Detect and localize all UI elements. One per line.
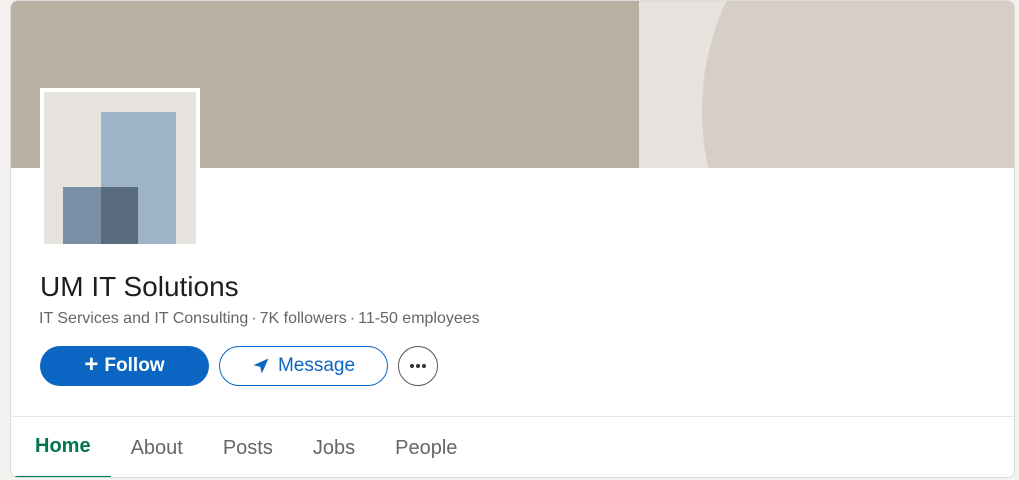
follow-button-label: Follow — [104, 355, 165, 376]
tab-people[interactable]: People — [375, 417, 477, 477]
tab-home[interactable]: Home — [15, 417, 111, 477]
cover-decorative-circle — [702, 1, 1014, 168]
company-logo-image — [44, 92, 196, 244]
tab-jobs[interactable]: Jobs — [293, 417, 375, 477]
tab-about[interactable]: About — [111, 417, 203, 477]
logo-bar-overlap — [101, 187, 138, 244]
more-options-button[interactable] — [398, 346, 438, 386]
plus-icon: + — [84, 350, 99, 378]
company-employees[interactable]: 11-50 employees — [358, 310, 480, 327]
page-tabs: Home About Posts Jobs People — [15, 417, 477, 477]
company-logo[interactable] — [40, 88, 200, 248]
company-industry: IT Services and IT Consulting — [39, 310, 249, 327]
ellipsis-icon — [410, 364, 426, 368]
meta-separator: · — [251, 310, 257, 327]
tab-posts[interactable]: Posts — [203, 417, 293, 477]
message-button[interactable]: Message — [219, 346, 388, 386]
company-followers[interactable]: 7K followers — [260, 310, 347, 327]
company-meta: IT Services and IT Consulting · 7K followe… — [39, 308, 480, 330]
follow-button[interactable]: + Follow — [40, 346, 209, 386]
meta-separator: · — [349, 310, 356, 327]
message-button-label: Message — [277, 355, 356, 376]
company-name: UM IT Solutions — [40, 271, 239, 302]
cover-accent-panel — [639, 1, 1014, 168]
company-card: UM IT Solutions IT Services and IT Consu… — [10, 0, 1015, 478]
send-icon — [253, 358, 269, 374]
